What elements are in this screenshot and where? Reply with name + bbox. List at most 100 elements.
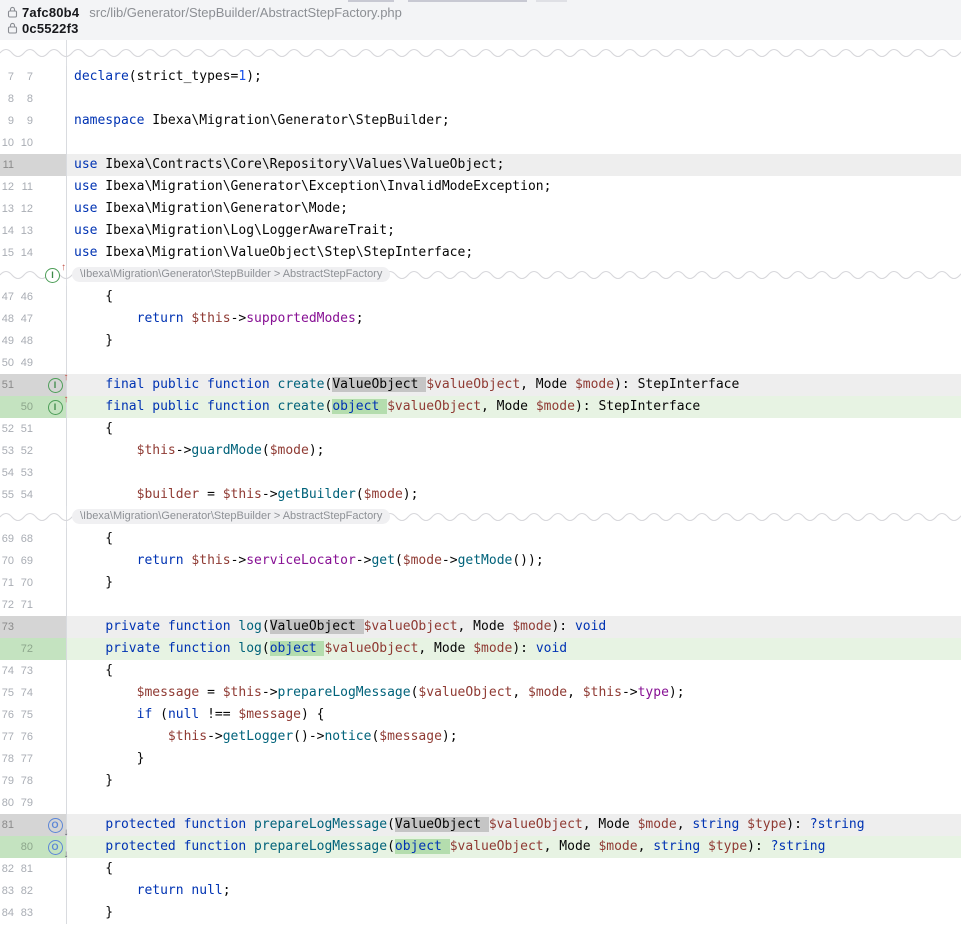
gutter: 5352 [0, 440, 67, 462]
code-line[interactable]: $message = $this->prepareLogMessage($val… [67, 682, 961, 704]
code-line[interactable]: { [67, 858, 961, 880]
implements-icon[interactable]: I↑ [48, 378, 63, 393]
gutter: 88 [0, 88, 67, 110]
code-line[interactable] [67, 792, 961, 814]
gutter: 77 [0, 66, 67, 88]
diff-line: 8483 } [0, 902, 961, 924]
code-line[interactable]: if (null !== $message) { [67, 704, 961, 726]
diff-line: 1010 [0, 132, 961, 154]
line-number-old: 70 [0, 555, 14, 567]
diff-line: 99namespace Ibexa\Migration\Generator\St… [0, 110, 961, 132]
gutter: 7877 [0, 748, 67, 770]
line-number-old: 11 [0, 159, 14, 171]
gutter: 7069 [0, 550, 67, 572]
diff-line: 51I↑ final public function create(ValueO… [0, 374, 961, 396]
overridden-icon[interactable]: O↓ [48, 818, 63, 833]
line-number-new: 10 [14, 137, 33, 149]
line-number-old: 82 [0, 863, 14, 875]
code-line[interactable]: return $this->serviceLocator->get($mode-… [67, 550, 961, 572]
code-line[interactable]: protected function prepareLogMessage(obj… [67, 836, 961, 858]
line-number-old: 7 [0, 71, 14, 83]
code-line[interactable]: use Ibexa\Migration\Generator\Exception\… [67, 176, 961, 198]
line-number-new: 80 [14, 841, 33, 853]
code-line[interactable]: use Ibexa\Migration\ValueObject\Step\Ste… [67, 242, 961, 264]
gutter: 8281 [0, 858, 67, 880]
file-path: src/lib/Generator/StepBuilder/AbstractSt… [89, 5, 402, 20]
line-number-new: 79 [14, 797, 33, 809]
code-line[interactable]: $builder = $this->getBuilder($mode); [67, 484, 961, 506]
code-line[interactable] [67, 594, 961, 616]
gutter: 51I↑ [0, 374, 67, 396]
collapsed-region-separator[interactable]: I↑ \Ibexa\Migration\Generator\StepBuilder… [0, 264, 961, 286]
collapsed-region-separator[interactable] [0, 40, 961, 66]
commit-hash-left[interactable]: 7afc80b4 [22, 5, 79, 20]
line-number-old: 49 [0, 335, 14, 347]
code-line[interactable]: { [67, 528, 961, 550]
code-line[interactable]: } [67, 902, 961, 924]
commit-row-left: 7afc80b4 src/lib/Generator/StepBuilder/A… [7, 4, 961, 20]
gutter: 5049 [0, 352, 67, 374]
code-line[interactable]: { [67, 286, 961, 308]
line-number-new: 78 [14, 775, 33, 787]
collapsed-region-separator[interactable]: \Ibexa\Migration\Generator\StepBuilder >… [0, 506, 961, 528]
line-number-new: 69 [14, 555, 33, 567]
line-number-new: 14 [14, 247, 33, 259]
diff-line: 7877 } [0, 748, 961, 770]
code-line[interactable]: } [67, 572, 961, 594]
diff-line: 4948 } [0, 330, 961, 352]
line-number-old: 48 [0, 313, 14, 325]
code-line[interactable]: final public function create(ValueObject… [67, 374, 961, 396]
code-line[interactable]: final public function create(object $val… [67, 396, 961, 418]
section-breadcrumb[interactable]: \Ibexa\Migration\Generator\StepBuilder >… [72, 267, 390, 282]
wavy-collapse-separator [0, 49, 961, 57]
diff-line: 77declare(strict_types=1); [0, 66, 961, 88]
gutter: 7574 [0, 682, 67, 704]
section-breadcrumb[interactable]: \Ibexa\Migration\Generator\StepBuilder >… [72, 509, 390, 524]
code-line[interactable]: namespace Ibexa\Migration\Generator\Step… [67, 110, 961, 132]
implements-icon[interactable]: I↑ [45, 268, 60, 283]
line-number-old: 52 [0, 423, 14, 435]
code-line[interactable]: return $this->supportedModes; [67, 308, 961, 330]
code-line[interactable] [67, 132, 961, 154]
line-number-old: 77 [0, 731, 14, 743]
code-line[interactable]: } [67, 330, 961, 352]
line-number-new: 71 [14, 599, 33, 611]
gutter: 4948 [0, 330, 67, 352]
overridden-icon[interactable]: O↓ [48, 840, 63, 855]
gutter: 81O↓ [0, 814, 67, 836]
line-number-new: 83 [14, 907, 33, 919]
code-line[interactable]: use Ibexa\Migration\Log\LoggerAwareTrait… [67, 220, 961, 242]
code-line[interactable] [67, 88, 961, 110]
line-number-old: 74 [0, 665, 14, 677]
line-number-old: 15 [0, 247, 14, 259]
code-line[interactable]: { [67, 660, 961, 682]
line-number-old: 75 [0, 687, 14, 699]
diff-line: 8079 [0, 792, 961, 814]
code-line[interactable]: use Ibexa\Migration\Generator\Mode; [67, 198, 961, 220]
code-line[interactable]: } [67, 770, 961, 792]
code-line[interactable]: } [67, 748, 961, 770]
code-line[interactable]: private function log(object $valueObject… [67, 638, 961, 660]
code-line[interactable]: private function log(ValueObject $valueO… [67, 616, 961, 638]
code-line[interactable]: $this->guardMode($mode); [67, 440, 961, 462]
code-line[interactable]: return null; [67, 880, 961, 902]
code-line[interactable]: $this->getLogger()->notice($message); [67, 726, 961, 748]
diff-line: 1312use Ibexa\Migration\Generator\Mode; [0, 198, 961, 220]
lock-icon [7, 22, 18, 34]
implements-icon[interactable]: I↑ [48, 400, 63, 415]
gutter: 8483 [0, 902, 67, 924]
gutter: 6968 [0, 528, 67, 550]
code-line[interactable] [67, 462, 961, 484]
line-number-old: 12 [0, 181, 14, 193]
code-line[interactable]: protected function prepareLogMessage(Val… [67, 814, 961, 836]
code-line[interactable]: use Ibexa\Contracts\Core\Repository\Valu… [67, 154, 961, 176]
code-line[interactable]: declare(strict_types=1); [67, 66, 961, 88]
gutter: 4847 [0, 308, 67, 330]
gutter: 7271 [0, 594, 67, 616]
code-line[interactable]: { [67, 418, 961, 440]
line-number-new: 51 [14, 423, 33, 435]
diff-line: 81O↓ protected function prepareLogMessag… [0, 814, 961, 836]
commit-hash-right[interactable]: 0c5522f3 [22, 21, 79, 36]
code-line[interactable] [67, 352, 961, 374]
gutter: 7776 [0, 726, 67, 748]
